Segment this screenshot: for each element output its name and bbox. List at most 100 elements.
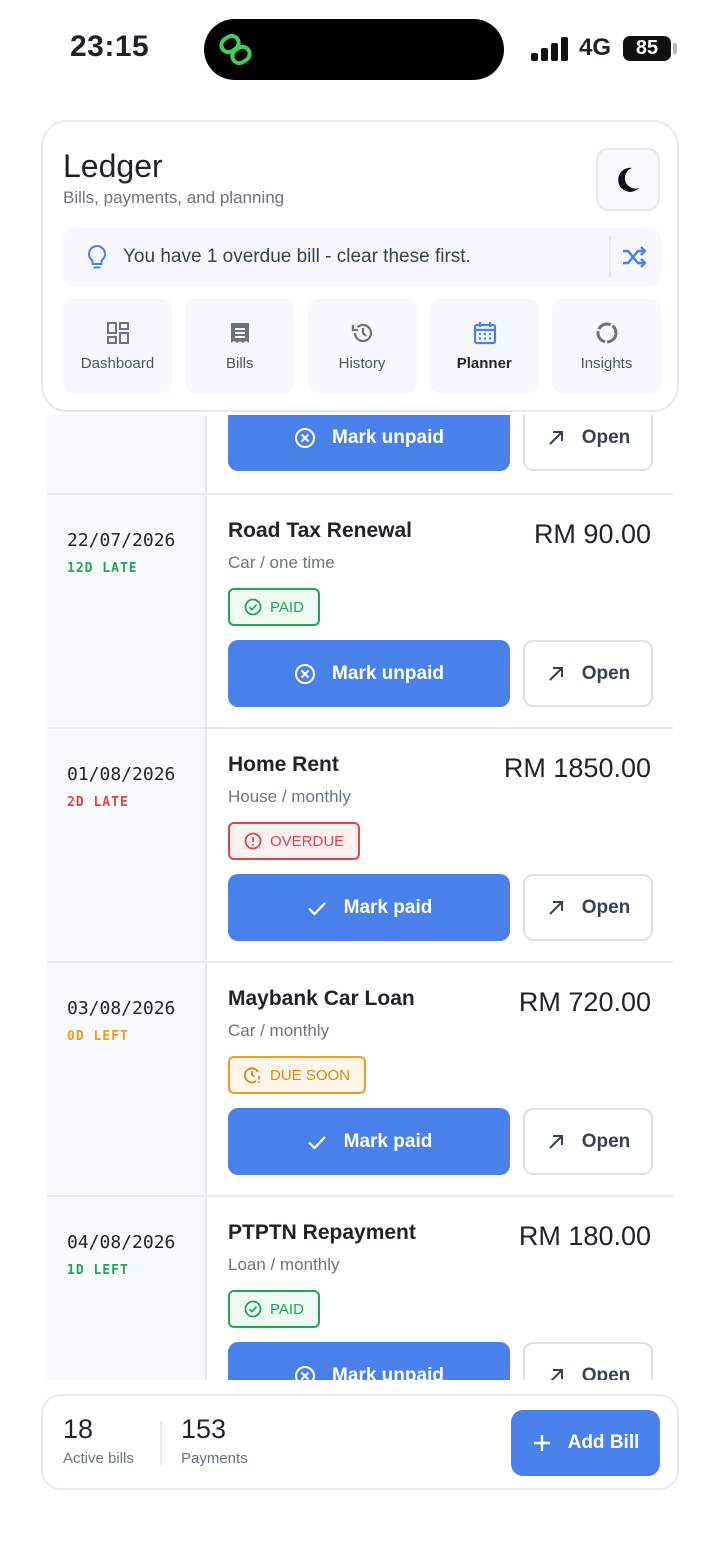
- button-label: Open: [581, 1364, 631, 1381]
- arrow-up-right-icon: [549, 900, 563, 915]
- button-label: Mark unpaid: [332, 1364, 444, 1381]
- arrow-up-right-icon: [549, 1134, 563, 1149]
- bill-name: Home Rent: [228, 753, 339, 776]
- tab-insights[interactable]: Insights: [552, 299, 661, 393]
- tab-dashboard[interactable]: Dashboard: [63, 299, 172, 393]
- bill-row: 01/08/2026 2D LATE Home Rent House / monthl…: [47, 727, 673, 961]
- open-button[interactable]: Open: [523, 1342, 653, 1380]
- bills-list[interactable]: Mark unpaid Open 22/07/2026 12D LATE Road …: [47, 415, 673, 1380]
- arrow-up-right-icon: [549, 1368, 563, 1380]
- receipt-icon: [231, 323, 250, 343]
- status-label: PAID: [270, 598, 304, 616]
- clock-alert-icon: [244, 1067, 260, 1084]
- circle-x-icon: [295, 663, 316, 684]
- check-icon: [307, 1135, 326, 1150]
- alert-circle-icon: [244, 832, 262, 850]
- date-column: 03/08/2026 0D LEFT: [47, 963, 207, 1195]
- check-circle-icon: [244, 1300, 262, 1318]
- link-app-icon: [219, 33, 252, 66]
- nav-tabs: Dashboard Bills History Planner Insights: [63, 299, 661, 393]
- mark-paid-button[interactable]: Mark paid: [228, 874, 510, 941]
- status-badge: PAID: [228, 1290, 320, 1328]
- dashboard-icon: [107, 322, 129, 344]
- status-time: 23:15: [70, 30, 150, 63]
- days-status: 12D LATE: [67, 561, 138, 576]
- days-status: 1D LEFT: [67, 1263, 129, 1278]
- status-badge: DUE SOON: [228, 1056, 367, 1094]
- moon-icon: [618, 167, 639, 192]
- app-subtitle: Bills, payments, and planning: [63, 188, 285, 207]
- date-column: [47, 415, 207, 493]
- tab-label: Insights: [580, 355, 633, 372]
- theme-toggle-button[interactable]: [596, 148, 660, 211]
- mark-unpaid-button[interactable]: Mark unpaid: [228, 415, 510, 471]
- due-date: 03/08/2026: [67, 998, 176, 1019]
- status-label: DUE SOON: [270, 1066, 351, 1084]
- lightbulb-icon: [88, 244, 106, 269]
- add-bill-button[interactable]: Add Bill: [511, 1410, 660, 1476]
- bill-category: Car / one time: [228, 553, 335, 572]
- bill-row: 04/08/2026 1D LEFT PTPTN Repayment Loan / m…: [47, 1195, 673, 1380]
- bill-name: Maybank Car Loan: [228, 987, 415, 1010]
- history-icon: [351, 323, 372, 343]
- alert-banner: You have 1 overdue bill - clear these fi…: [63, 228, 661, 286]
- days-status: 0D LEFT: [67, 1029, 129, 1044]
- button-label: Open: [581, 662, 631, 684]
- bill-name: Road Tax Renewal: [228, 519, 412, 542]
- mark-unpaid-button[interactable]: Mark unpaid: [228, 1342, 510, 1380]
- status-badge: PAID: [228, 588, 320, 626]
- open-button[interactable]: Open: [523, 1108, 653, 1175]
- tab-planner[interactable]: Planner: [429, 299, 539, 393]
- status-bar: 23:15 4G 85: [0, 0, 720, 100]
- date-column: 04/08/2026 1D LEFT: [47, 1197, 207, 1380]
- alert-text: You have 1 overdue bill - clear these fi…: [123, 246, 471, 267]
- open-button[interactable]: Open: [523, 415, 653, 471]
- bill-amount: RM 180.00: [518, 1221, 651, 1251]
- bill-row: 03/08/2026 0D LEFT Maybank Car Loan Car / m…: [47, 961, 673, 1195]
- tab-history[interactable]: History: [307, 299, 417, 393]
- header-card: Ledger Bills, payments, and planning You…: [41, 120, 679, 412]
- arrow-up-right-icon: [549, 666, 563, 681]
- button-label: Add Bill: [567, 1432, 640, 1453]
- dynamic-island: [204, 19, 504, 80]
- battery-icon: 85: [623, 36, 671, 61]
- due-date: 01/08/2026: [67, 764, 176, 785]
- button-label: Mark unpaid: [332, 426, 444, 448]
- mark-unpaid-button[interactable]: Mark unpaid: [228, 640, 510, 707]
- signal-icon: [531, 37, 571, 61]
- donut-chart-icon: [596, 322, 618, 344]
- circle-x-icon: [295, 427, 316, 448]
- button-label: Mark unpaid: [332, 662, 444, 684]
- alert-divider: [609, 236, 611, 278]
- check-circle-icon: [244, 598, 262, 616]
- check-icon: [307, 901, 326, 916]
- bill-category: Car / monthly: [228, 1021, 330, 1040]
- bill-row-partial: Mark unpaid Open: [47, 415, 673, 493]
- tab-label: Bills: [225, 355, 254, 372]
- tab-bills[interactable]: Bills: [185, 299, 295, 393]
- app-title: Ledger: [63, 148, 163, 184]
- payments-label: Payments: [181, 1450, 248, 1467]
- shuffle-icon[interactable]: [621, 245, 647, 269]
- arrow-up-right-icon: [549, 430, 563, 445]
- circle-x-icon: [295, 1365, 316, 1380]
- stat-divider: [160, 1421, 162, 1465]
- button-label: Open: [581, 426, 631, 448]
- due-date: 22/07/2026: [67, 530, 176, 551]
- status-label: OVERDUE: [270, 832, 345, 850]
- button-label: Mark paid: [343, 896, 433, 918]
- tab-label: Dashboard: [80, 355, 155, 372]
- date-column: 01/08/2026 2D LATE: [47, 729, 207, 961]
- open-button[interactable]: Open: [523, 874, 653, 941]
- mark-paid-button[interactable]: Mark paid: [228, 1108, 510, 1175]
- summary-bar: 18 Active bills 153 Payments Add Bill: [41, 1394, 679, 1490]
- calendar-icon: [473, 322, 496, 345]
- active-bills-label: Active bills: [63, 1450, 134, 1467]
- bill-category: House / monthly: [228, 787, 351, 806]
- button-label: Open: [581, 1130, 631, 1152]
- open-button[interactable]: Open: [523, 640, 653, 707]
- status-badge: OVERDUE: [228, 822, 361, 860]
- date-column: 22/07/2026 12D LATE: [47, 495, 207, 727]
- bill-category: Loan / monthly: [228, 1255, 340, 1274]
- battery-cap: [673, 43, 677, 54]
